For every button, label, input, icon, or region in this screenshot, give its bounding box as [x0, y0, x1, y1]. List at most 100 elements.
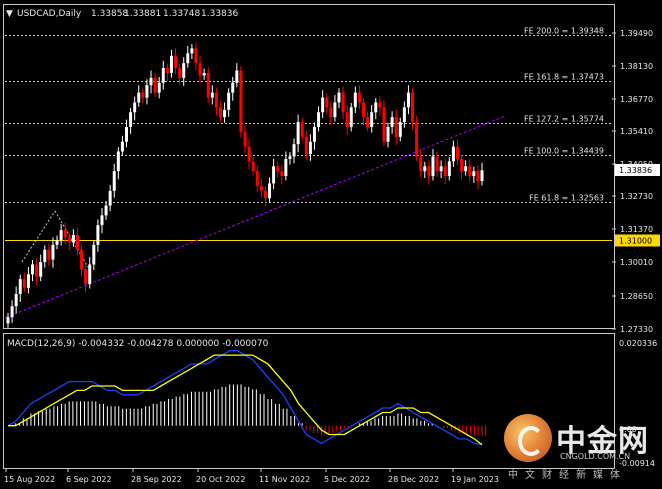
- time-axis: 15 Aug 2022 6 Sep 2022 28 Sep 2022 20 Oct 2…: [4, 468, 499, 484]
- candle: [423, 161, 427, 179]
- candle-body: [378, 102, 382, 108]
- ohlc-open: 1.33858: [91, 9, 128, 19]
- candle: [292, 138, 296, 164]
- candle-body: [239, 70, 243, 132]
- horizontal-level[interactable]: 1.31000: [5, 234, 660, 247]
- fib-levels: FE 200.0 = 1.39348 FE 161.8 = 1.37473 FE 1…: [5, 27, 612, 203]
- watermark-tagline: 中文财经新媒体: [508, 470, 627, 481]
- candle: [390, 111, 394, 134]
- time-tick-label: 20 Oct 2022: [196, 475, 245, 484]
- candle-body: [18, 279, 22, 294]
- candle: [174, 48, 178, 74]
- candle-body: [218, 107, 222, 118]
- time-tick-label: 28 Dec 2022: [388, 475, 439, 484]
- candle-body: [43, 249, 47, 263]
- candle: [47, 243, 51, 267]
- fib-label: FE 200.0 = 1.39348: [524, 27, 604, 36]
- time-tick-label: 28 Sep 2022: [131, 475, 182, 484]
- candle-body: [55, 239, 59, 245]
- candle-body: [329, 107, 333, 118]
- candle: [104, 201, 108, 220]
- candle: [120, 135, 124, 156]
- time-tick-label: 11 Nov 2022: [259, 475, 310, 484]
- price-tick-label: 1.38130: [620, 62, 653, 71]
- candle-body: [284, 158, 288, 177]
- candle-body: [190, 48, 194, 54]
- candle-body: [22, 279, 26, 288]
- candle: [345, 104, 349, 136]
- candle: [349, 102, 353, 132]
- price-tick-label: 1.32730: [620, 192, 653, 201]
- candle: [165, 63, 169, 82]
- candle-body: [174, 55, 178, 69]
- candle: [18, 274, 22, 303]
- support-trendline: [4, 115, 506, 319]
- ohlc-close: 1.33836: [201, 9, 238, 19]
- candle: [210, 85, 214, 105]
- candle-body: [272, 166, 276, 184]
- dropdown-triangle-icon[interactable]: ▼: [6, 9, 13, 19]
- candle-body: [31, 264, 35, 275]
- candle-body: [251, 161, 255, 172]
- candle: [26, 266, 30, 294]
- candle-body: [59, 230, 63, 240]
- candle: [84, 263, 88, 293]
- candle-body: [321, 97, 325, 113]
- candle: [169, 49, 173, 78]
- candle: [137, 85, 141, 107]
- candle: [214, 88, 218, 116]
- candle-body: [411, 92, 415, 123]
- candle: [460, 154, 464, 180]
- candle-body: [129, 112, 133, 127]
- candle: [71, 229, 75, 247]
- candle: [223, 102, 227, 123]
- candle-body: [194, 48, 198, 64]
- candle: [59, 224, 63, 246]
- candle-body: [198, 63, 202, 76]
- candle-body: [300, 122, 304, 137]
- candle: [22, 273, 26, 293]
- candle-body: [6, 317, 10, 324]
- candle-body: [382, 107, 386, 142]
- candle: [451, 140, 455, 168]
- candle-body: [149, 77, 153, 86]
- candle: [149, 70, 153, 94]
- candle-body: [182, 63, 186, 78]
- candle-body: [235, 70, 239, 83]
- candle: [329, 101, 333, 126]
- candle-body: [435, 156, 439, 172]
- candle-body: [51, 244, 55, 260]
- candle-body: [210, 92, 214, 98]
- candle-body: [133, 102, 137, 113]
- candle-body: [439, 166, 443, 172]
- trendline-layer[interactable]: [4, 115, 506, 319]
- candle-body: [443, 166, 447, 177]
- candle: [455, 139, 459, 166]
- candle-body: [394, 117, 398, 137]
- candle: [276, 161, 280, 179]
- candle: [476, 165, 480, 190]
- candle-body: [431, 156, 435, 177]
- candle-body: [88, 264, 92, 285]
- candle: [296, 114, 300, 153]
- candles: [6, 42, 484, 328]
- candle: [251, 156, 255, 176]
- candle: [75, 227, 79, 256]
- candle-body: [308, 141, 312, 154]
- candle: [259, 178, 263, 198]
- candle-body: [288, 156, 292, 159]
- candle: [419, 149, 423, 177]
- candle: [317, 106, 321, 132]
- candle: [308, 134, 312, 161]
- candle-body: [259, 185, 263, 191]
- candle: [370, 104, 374, 133]
- watermark-en: CNGOLD.COM.CN: [560, 452, 631, 461]
- candle: [378, 96, 382, 116]
- candle-body: [92, 244, 96, 265]
- candle-body: [472, 171, 476, 177]
- macd-indicator: [7, 350, 487, 446]
- time-tick-label: 15 Aug 2022: [4, 475, 55, 484]
- candle: [325, 93, 329, 115]
- fib-label: FE 127.2 = 1.35774: [524, 115, 604, 124]
- candle: [439, 160, 443, 179]
